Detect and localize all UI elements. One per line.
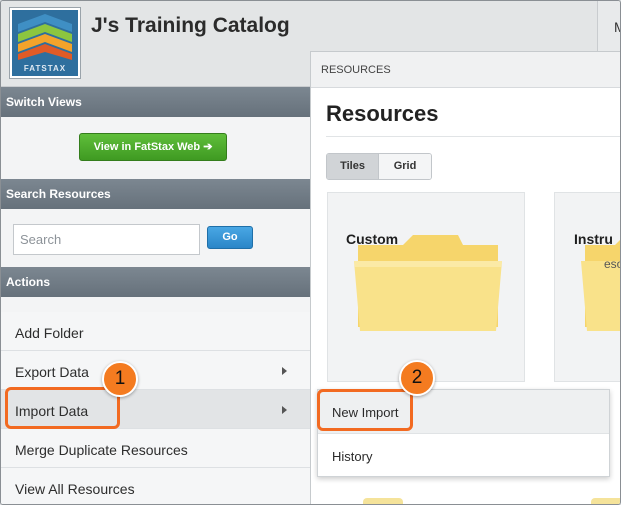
tab-grid[interactable]: Grid <box>379 154 431 179</box>
highlight-new-import <box>317 389 413 431</box>
top-right-label: M <box>614 19 620 35</box>
fatstax-logo: FATSTAX <box>10 8 80 78</box>
step-badge-2: 2 <box>399 360 435 396</box>
breadcrumb: RESOURCES <box>311 52 620 88</box>
action-label: View All Resources <box>15 481 135 497</box>
resource-tile[interactable] <box>327 192 525 382</box>
app-window: FATSTAX J's Training Catalog M Switch Vi… <box>0 0 621 505</box>
switch-views-heading: Switch Views <box>1 87 311 117</box>
resource-tile[interactable] <box>554 192 620 382</box>
step-badge-1: 1 <box>102 361 138 397</box>
action-export-data[interactable]: Export Data <box>1 351 311 390</box>
highlight-import-data <box>5 387 120 429</box>
folder-icon <box>591 498 620 504</box>
tile-label: Instru <box>574 231 613 247</box>
action-label: Add Folder <box>15 325 84 341</box>
menu-item-history[interactable]: History <box>318 434 609 478</box>
logo-text: FATSTAX <box>23 64 67 73</box>
top-right-menu[interactable]: M <box>597 1 620 51</box>
action-label: Export Data <box>15 364 89 380</box>
divider <box>326 136 620 137</box>
resources-title: Resources <box>326 101 439 126</box>
action-label: Merge Duplicate Resources <box>15 442 188 458</box>
search-resources-heading: Search Resources <box>1 179 311 209</box>
view-in-fatstax-web-button[interactable]: View in FatStax Web ➔ <box>79 133 227 161</box>
search-input[interactable] <box>13 224 200 255</box>
actions-heading: Actions <box>1 267 311 297</box>
action-add-folder[interactable]: Add Folder <box>1 312 311 351</box>
action-view-all-resources[interactable]: View All Resources <box>1 468 311 504</box>
go-button[interactable]: Go <box>207 226 253 249</box>
tile-sub: eso <box>604 257 620 271</box>
view-toggle: Tiles Grid <box>326 153 432 180</box>
sidebar: Switch Views View in FatStax Web ➔ Searc… <box>1 87 311 504</box>
chevron-right-icon <box>282 406 287 414</box>
page-title: J's Training Catalog <box>91 14 290 37</box>
folder-icon <box>363 498 403 504</box>
chevron-right-icon <box>282 367 287 375</box>
tab-tiles[interactable]: Tiles <box>327 154 380 179</box>
action-merge-duplicates[interactable]: Merge Duplicate Resources <box>1 429 311 468</box>
tile-label: Custom <box>346 231 399 247</box>
